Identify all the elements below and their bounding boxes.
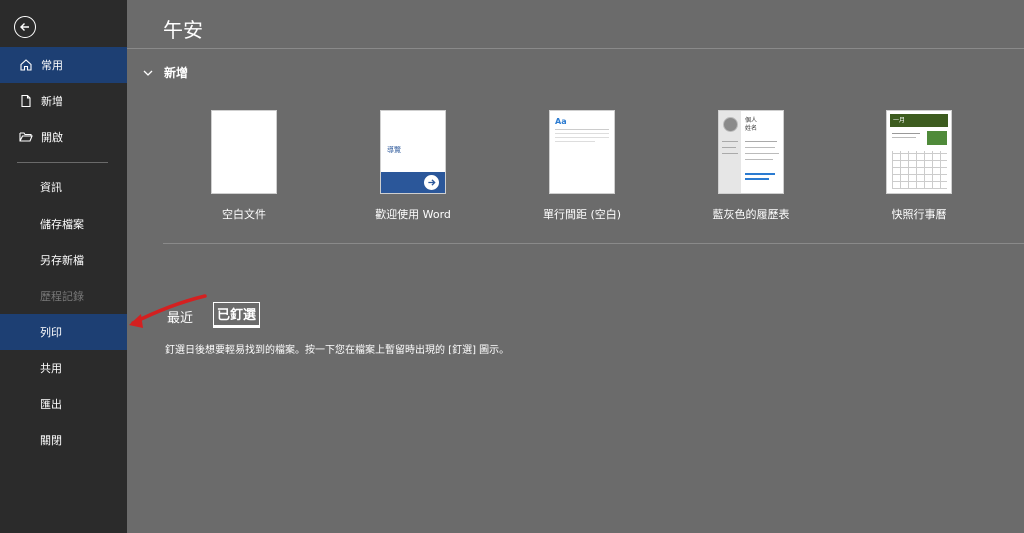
thumb-text: 導覽 (387, 146, 401, 154)
template-thumbnail: Aa (549, 110, 615, 194)
pinned-empty-message: 釘選日後想要輕易找到的檔案。按一下您在檔案上暫留時出現的 [釘選] 圖示。 (165, 345, 510, 356)
folder-open-icon (19, 130, 33, 144)
back-button[interactable] (14, 16, 36, 38)
page-title: 午安 (163, 18, 203, 42)
template-label: 單行間距 (空白) (542, 208, 622, 221)
sidebar-item-share[interactable]: 共用 (0, 350, 127, 386)
template-thumbnail: 導覽 (380, 110, 446, 194)
back-arrow-icon (20, 23, 29, 31)
template-snapshot-calendar[interactable]: 一月 快照行事曆 (844, 110, 994, 222)
sidebar-item-label: 另存新檔 (40, 254, 84, 267)
sidebar-item-save-as[interactable]: 另存新檔 (0, 242, 127, 278)
template-thumbnail: 個人 姓名 (718, 110, 784, 194)
sidebar-item-export[interactable]: 匯出 (0, 386, 127, 422)
sidebar-item-label: 匯出 (40, 398, 62, 411)
sidebar-item-label: 常用 (41, 59, 63, 72)
template-label: 快照行事曆 (891, 208, 947, 221)
thumb-text: 個人 (745, 117, 758, 124)
chevron-down-icon (143, 70, 153, 76)
sidebar-divider (17, 162, 108, 163)
sidebar-item-label: 共用 (40, 362, 62, 375)
sidebar-item-save[interactable]: 儲存檔案 (0, 206, 127, 242)
sidebar-item-close[interactable]: 關閉 (0, 422, 127, 458)
sidebar-item-info[interactable]: 資訊 (0, 169, 127, 205)
sidebar-item-label: 新增 (41, 95, 63, 108)
sidebar-item-label: 開啟 (41, 131, 63, 144)
tab-pinned[interactable]: 已釘選 (213, 302, 261, 328)
sidebar-item-label: 歷程記錄 (40, 290, 84, 303)
sidebar-item-open[interactable]: 開啟 (0, 119, 127, 155)
thumb-text: 一月 (893, 117, 906, 124)
template-thumbnail (211, 110, 277, 194)
section-divider (163, 243, 1024, 244)
template-blue-grey-resume[interactable]: 個人 姓名 藍灰色的履歷表 (676, 110, 826, 222)
template-label: 空白文件 (222, 208, 266, 221)
avatar (723, 117, 738, 132)
template-blank-document[interactable]: 空白文件 (169, 110, 319, 222)
sidebar-item-label: 列印 (40, 326, 62, 339)
thumb-text: 姓名 (745, 125, 758, 132)
template-welcome-word[interactable]: 導覽 歡迎使用 Word (338, 110, 488, 222)
backstage-sidebar: 常用 新增 開啟 資訊 儲存檔案 另存新檔 歷程記錄 列印 共用 匯出 關閉 (0, 0, 127, 533)
new-doc-icon (19, 94, 33, 108)
sidebar-item-new[interactable]: 新增 (0, 83, 127, 119)
sidebar-item-history: 歷程記錄 (0, 278, 127, 314)
template-label: 藍灰色的履歷表 (712, 208, 790, 221)
sidebar-item-label: 儲存檔案 (40, 218, 84, 231)
sidebar-item-label: 關閉 (40, 434, 62, 447)
new-section-toggle[interactable]: 新增 (142, 64, 188, 81)
sidebar-item-label: 資訊 (40, 181, 62, 194)
header-divider (127, 48, 1024, 49)
sidebar-item-print[interactable]: 列印 (0, 314, 127, 350)
annotation-arrow-icon (129, 294, 207, 328)
arrow-right-icon (424, 175, 439, 190)
template-thumbnail: 一月 (886, 110, 952, 194)
sidebar-item-home[interactable]: 常用 (0, 47, 127, 83)
template-label: 歡迎使用 Word (375, 208, 451, 221)
home-icon (19, 58, 33, 72)
section-title: 新增 (164, 66, 189, 80)
thumb-text: Aa (555, 117, 567, 126)
template-single-spaced[interactable]: Aa 單行間距 (空白) (507, 110, 657, 222)
